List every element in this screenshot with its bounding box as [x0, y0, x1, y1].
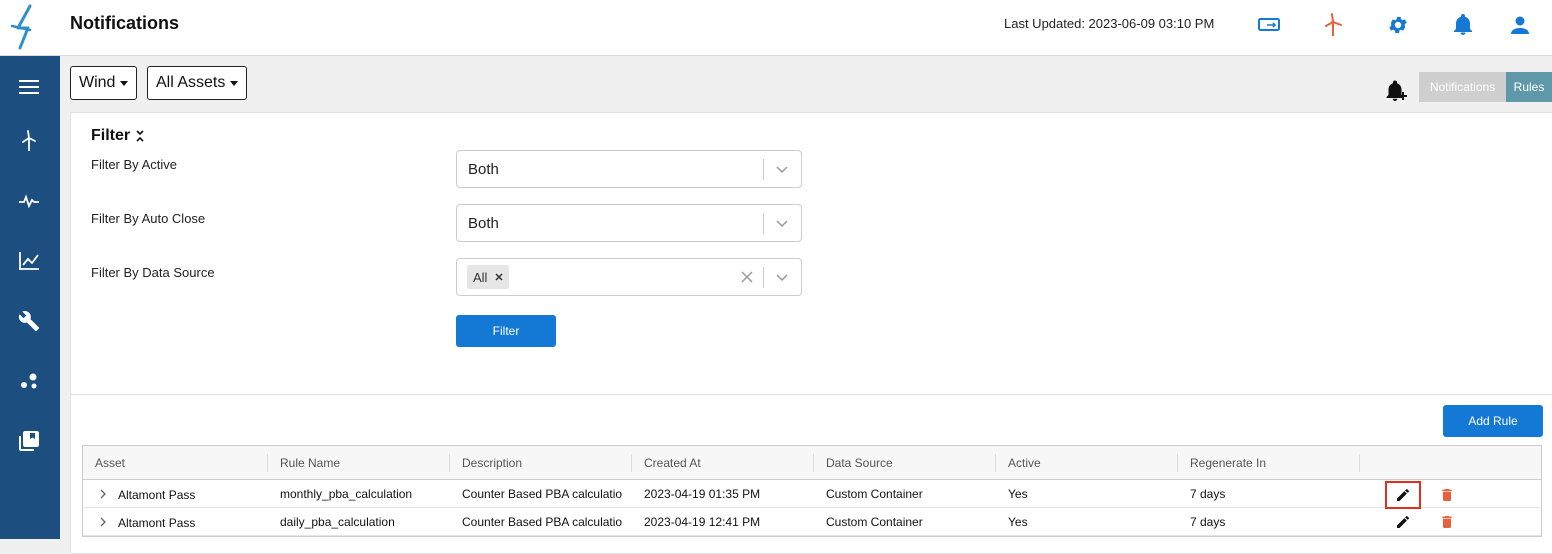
caret-down-icon: [120, 81, 128, 86]
line-chart-icon[interactable]: [14, 246, 44, 276]
app-logo[interactable]: [8, 4, 46, 50]
column-divider: [267, 454, 268, 472]
gear-icon[interactable]: [1385, 12, 1411, 38]
filter-active-label: Filter By Active: [91, 157, 177, 172]
select-divider: [763, 267, 764, 288]
add-rule-button[interactable]: Add Rule: [1443, 405, 1543, 437]
wrench-icon[interactable]: [14, 306, 44, 336]
edit-icon[interactable]: [1395, 487, 1411, 503]
filter-auto-close-select[interactable]: Both: [456, 204, 802, 242]
cell-data-source: Custom Container: [826, 515, 923, 529]
filter-toggle[interactable]: Filter: [91, 127, 145, 145]
rules-table: Asset Rule Name Description Created At D…: [82, 445, 1542, 537]
sidebar: [0, 56, 60, 539]
table-row[interactable]: Altamont Pass daily_pba_calculation Coun…: [83, 508, 1541, 536]
filter-data-source-select[interactable]: All: [456, 258, 802, 296]
cell-rule-name: daily_pba_calculation: [280, 515, 445, 529]
cell-asset: Altamont Pass: [118, 516, 195, 530]
caret-down-icon: [230, 81, 238, 86]
chip-remove-icon[interactable]: [495, 273, 503, 281]
column-divider: [631, 454, 632, 472]
top-bar: Notifications Last Updated: 2023-06-09 0…: [0, 0, 1552, 56]
chevron-down-icon[interactable]: [773, 160, 791, 178]
column-header-description[interactable]: Description: [462, 456, 522, 470]
filter-title: Filter: [91, 127, 130, 145]
cell-description: Counter Based PBA calculatio: [462, 487, 631, 501]
library-icon[interactable]: [14, 426, 44, 456]
collapse-icon: [135, 129, 145, 143]
column-divider: [995, 454, 996, 472]
cell-regenerate-in: 7 days: [1190, 487, 1225, 501]
cell-active: Yes: [1008, 515, 1028, 529]
table-row[interactable]: Altamont Pass monthly_pba_calculation Co…: [83, 480, 1541, 508]
column-header-data-source[interactable]: Data Source: [826, 456, 893, 470]
wind-dropdown[interactable]: Wind: [70, 66, 137, 100]
cell-data-source: Custom Container: [826, 487, 923, 501]
data-source-chip: All: [467, 265, 509, 289]
filter-auto-close-value: Both: [468, 215, 499, 232]
user-icon[interactable]: [1507, 12, 1533, 38]
clear-icon[interactable]: [739, 269, 755, 285]
menu-icon[interactable]: [14, 72, 44, 102]
table-header: Asset Rule Name Description Created At D…: [83, 446, 1541, 480]
column-divider: [1177, 454, 1178, 472]
assets-dropdown-label: All Assets: [156, 74, 225, 92]
chevron-down-icon[interactable]: [773, 214, 791, 232]
edit-icon[interactable]: [1395, 514, 1411, 530]
chip-label: All: [473, 270, 487, 285]
scatter-icon[interactable]: [14, 366, 44, 396]
filter-active-value: Both: [468, 161, 499, 178]
filter-panel: Filter Filter By Active Both Filter By A…: [70, 112, 1552, 430]
delete-icon[interactable]: [1439, 487, 1455, 503]
column-header-rule-name[interactable]: Rule Name: [280, 456, 340, 470]
column-header-regenerate-in[interactable]: Regenerate In: [1190, 456, 1266, 470]
filter-button[interactable]: Filter: [456, 315, 556, 347]
filter-data-source-label: Filter By Data Source: [91, 265, 215, 280]
column-header-created-at[interactable]: Created At: [644, 456, 701, 470]
chevron-down-icon[interactable]: [773, 268, 791, 286]
chevron-right-icon[interactable]: [99, 489, 107, 499]
cell-asset: Altamont Pass: [118, 488, 195, 502]
rules-table-panel: Add Rule Asset Rule Name Description Cre…: [70, 394, 1552, 554]
column-header-asset[interactable]: Asset: [95, 456, 125, 470]
cell-regenerate-in: 7 days: [1190, 515, 1225, 529]
tab-rules[interactable]: Rules: [1506, 72, 1552, 102]
cell-active: Yes: [1008, 487, 1028, 501]
main-content: Wind All Assets Notifications Rules Filt…: [60, 56, 1552, 539]
cell-description: Counter Based PBA calculatio: [462, 515, 631, 529]
select-divider: [763, 213, 764, 234]
chevron-right-icon[interactable]: [99, 517, 107, 527]
filter-auto-close-label: Filter By Auto Close: [91, 211, 205, 226]
column-divider: [813, 454, 814, 472]
select-divider: [763, 159, 764, 180]
wind-dropdown-label: Wind: [79, 74, 115, 92]
cell-created-at: 2023-04-19 01:35 PM: [644, 487, 760, 501]
last-updated-text: Last Updated: 2023-06-09 03:10 PM: [1004, 16, 1214, 31]
tab-notifications[interactable]: Notifications: [1419, 72, 1506, 102]
cell-rule-name: monthly_pba_calculation: [280, 487, 445, 501]
filter-active-select[interactable]: Both: [456, 150, 802, 188]
wind-turbine-icon[interactable]: [14, 126, 44, 156]
pulse-icon[interactable]: [14, 186, 44, 216]
assets-dropdown[interactable]: All Assets: [147, 66, 247, 100]
add-notification-icon[interactable]: [1386, 78, 1408, 102]
bell-icon[interactable]: [1450, 12, 1476, 38]
column-divider: [1359, 454, 1360, 472]
wind-turbine-icon[interactable]: [1320, 12, 1346, 38]
delete-icon[interactable]: [1439, 514, 1455, 530]
column-header-active[interactable]: Active: [1008, 456, 1041, 470]
column-divider: [449, 454, 450, 472]
page-title: Notifications: [70, 13, 179, 34]
cell-created-at: 2023-04-19 12:41 PM: [644, 515, 760, 529]
screen-swap-icon[interactable]: [1256, 12, 1282, 38]
